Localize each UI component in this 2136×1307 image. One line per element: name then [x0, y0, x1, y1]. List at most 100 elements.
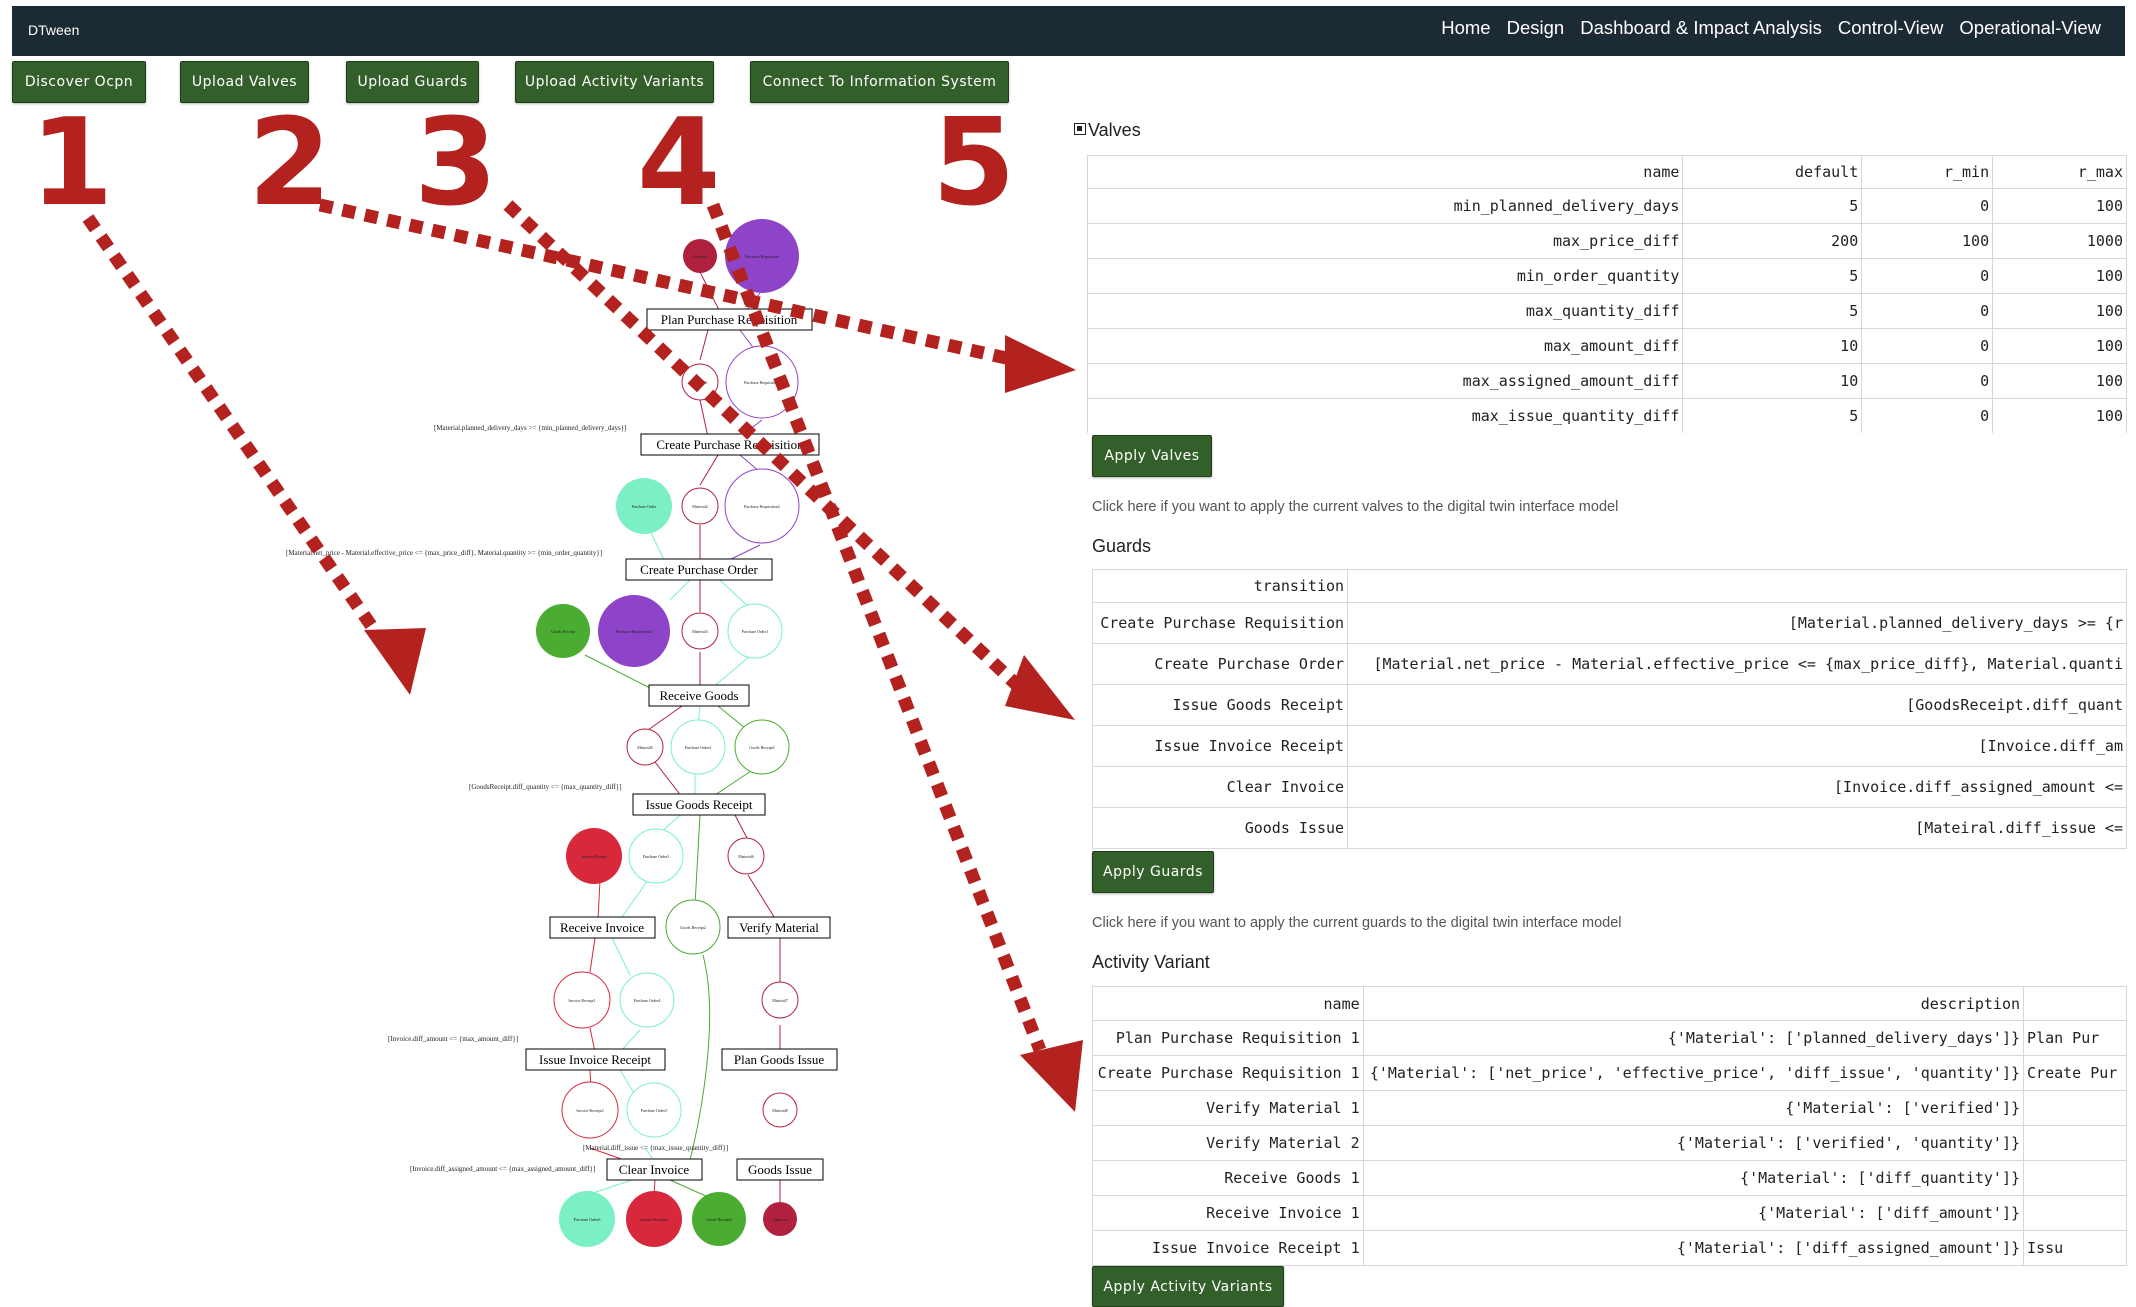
valve-r-max[interactable]: 100 [1992, 328, 2127, 364]
place-label: Invoice Receipt [581, 854, 607, 859]
valves-help-text[interactable]: Click here if you want to apply the curr… [1092, 499, 1618, 515]
guard-expression[interactable]: [Invoice.diff_am [1347, 725, 2127, 767]
valve-default[interactable]: 5 [1682, 398, 1863, 433]
valve-name[interactable]: max_assigned_amount_diff [1087, 363, 1684, 399]
table-row: max_assigned_amount_diff 10 0 100 [1087, 363, 2127, 399]
valve-r-max[interactable]: 100 [1992, 363, 2127, 399]
table-row: Create Purchase Requisition [Material.pl… [1092, 602, 2127, 644]
place-label: Invoice Receipt2 [576, 1108, 603, 1113]
nav-dashboard[interactable]: Dashboard & Impact Analysis [1580, 17, 1822, 39]
valve-default[interactable]: 5 [1682, 258, 1863, 294]
transition-label: Create Purchase Order [640, 562, 758, 577]
valve-name[interactable]: max_amount_diff [1087, 328, 1684, 364]
variant-extra[interactable]: Plan Pur [2023, 1020, 2127, 1056]
variant-description[interactable]: {'Material': ['verified']} [1362, 1090, 2025, 1126]
nav-home[interactable]: Home [1441, 17, 1490, 39]
valve-r-min[interactable]: 0 [1861, 328, 1994, 364]
valves-table-viewport: name default r_min r_max min_planned_del… [1087, 155, 2127, 433]
table-row: Clear Invoice [Invoice.diff_assigned_amo… [1092, 766, 2127, 808]
transition-label: Receive Goods [659, 688, 738, 703]
apply-guards-button[interactable]: Apply Guards [1092, 851, 1214, 893]
variant-extra[interactable]: Create Pur [2023, 1055, 2127, 1091]
guard-label: [Material.planned_delivery_days >= {min_… [434, 424, 626, 432]
guards-title: Guards [1092, 536, 1152, 556]
apply-activity-variants-button[interactable]: Apply Activity Variants [1092, 1266, 1284, 1307]
table-row: max_issue_quantity_diff 5 0 100 [1087, 398, 2127, 433]
valve-default[interactable]: 5 [1682, 188, 1863, 224]
valve-default[interactable]: 10 [1682, 328, 1863, 364]
valve-name[interactable]: max_price_diff [1087, 223, 1684, 259]
variant-description[interactable]: {'Material': ['diff_quantity']} [1362, 1160, 2025, 1196]
transition-label: Create Purchase Requisition [656, 437, 804, 452]
valve-r-min[interactable]: 0 [1861, 363, 1994, 399]
valve-r-max[interactable]: 100 [1992, 398, 2127, 433]
valve-default[interactable]: 200 [1682, 223, 1863, 259]
variant-extra[interactable] [2023, 1090, 2127, 1126]
transition-label: Goods Issue [748, 1162, 812, 1177]
place-label: Material8 [772, 1108, 788, 1113]
variant-description[interactable]: {'Material': ['verified', 'quantity']} [1362, 1125, 2025, 1161]
guards-header-guard [1347, 569, 2127, 603]
valve-r-min[interactable]: 0 [1861, 293, 1994, 329]
valve-default[interactable]: 10 [1682, 363, 1863, 399]
arc [589, 937, 596, 973]
valve-name[interactable]: max_issue_quantity_diff [1087, 398, 1684, 433]
valve-r-max[interactable]: 100 [1992, 258, 2127, 294]
arc [734, 814, 749, 841]
place-label: Purchase Requisition2 [744, 504, 780, 509]
guard-expression[interactable]: [Invoice.diff_assigned_amount <= [1347, 766, 2127, 808]
transition-label: Plan Purchase Requisition [661, 312, 798, 327]
valve-name[interactable]: min_order_quantity [1087, 258, 1684, 294]
guard-transition: Issue Goods Receipt [1092, 684, 1349, 726]
place-label: Purchase Requisition1 [744, 380, 780, 385]
valve-name[interactable]: min_planned_delivery_days [1087, 188, 1684, 224]
variant-extra[interactable] [2023, 1160, 2127, 1196]
variant-description[interactable]: {'Material': ['planned_delivery_days']} [1362, 1020, 2025, 1056]
variant-extra[interactable] [2023, 1125, 2127, 1161]
variant-description[interactable]: {'Material': ['net_price', 'effective_pr… [1362, 1055, 2025, 1091]
guards-help-text[interactable]: Click here if you want to apply the curr… [1092, 915, 1622, 931]
place-label: Purchase Order1 [742, 629, 769, 634]
valve-r-max[interactable]: 100 [1992, 293, 2127, 329]
valve-r-max[interactable]: 1000 [1992, 223, 2127, 259]
valve-r-min[interactable]: 0 [1861, 188, 1994, 224]
valves-toggle-checkbox[interactable] [1074, 123, 1086, 135]
nav-control-view[interactable]: Control-View [1838, 17, 1944, 39]
table-row: min_planned_delivery_days 5 0 100 [1087, 188, 2127, 224]
valve-r-min[interactable]: 100 [1861, 223, 1994, 259]
variant-extra[interactable] [2023, 1195, 2127, 1231]
variant-description[interactable]: {'Material': ['diff_assigned_amount']} [1362, 1230, 2025, 1266]
guard-expression[interactable]: [Material.net_price - Material.effective… [1347, 643, 2127, 685]
valve-default[interactable]: 5 [1682, 293, 1863, 329]
guard-label: [Material.net_price - Material.effective… [286, 549, 602, 557]
table-row: Create Purchase Order [Material.net_pric… [1092, 643, 2127, 685]
guard-expression[interactable]: [Material.planned_delivery_days >= {r [1347, 602, 2127, 644]
transition-label: Clear Invoice [619, 1162, 690, 1177]
table-row: Plan Purchase Requisition 1 {'Material':… [1092, 1020, 2127, 1056]
guard-expression[interactable]: [GoodsReceipt.diff_quant [1347, 684, 2127, 726]
valve-r-max[interactable]: 100 [1992, 188, 2127, 224]
valve-name[interactable]: max_quantity_diff [1087, 293, 1684, 329]
guard-label: [GoodsReceipt.diff_quantity <= {max_quan… [469, 783, 622, 791]
valve-r-min[interactable]: 0 [1861, 258, 1994, 294]
table-row: Goods Issue [Mateiral.diff_issue <= [1092, 807, 2127, 849]
guard-expression[interactable]: [Mateiral.diff_issue <= [1347, 807, 2127, 849]
guard-label: [Invoice.diff_amount <= {max_amount_diff… [388, 1035, 518, 1043]
apply-valves-button[interactable]: Apply Valves [1092, 435, 1212, 477]
place-label: Material7 [772, 998, 788, 1003]
place-label: Goods Receipt2 [680, 925, 706, 930]
guards-table: transition Create Purchase Requisition [… [1092, 569, 2127, 849]
valve-r-min[interactable]: 0 [1861, 398, 1994, 433]
nav-operational-view[interactable]: Operational-View [1959, 17, 2101, 39]
guards-table-viewport: transition Create Purchase Requisition [… [1092, 569, 2127, 850]
variant-description[interactable]: {'Material': ['diff_amount']} [1362, 1195, 2025, 1231]
variant-extra[interactable]: Issu [2023, 1230, 2127, 1266]
variant-name: Receive Invoice 1 [1092, 1195, 1364, 1231]
place-label: Purchase Requisition [745, 254, 779, 259]
place-label: Purchase Order2 [685, 745, 712, 750]
checkbox-fill [1077, 126, 1082, 131]
table-row: max_price_diff 200 100 1000 [1087, 223, 2127, 259]
nav-design[interactable]: Design [1507, 17, 1565, 39]
guards-header-transition: transition [1092, 569, 1349, 603]
place-label: Purchase Order3 [643, 854, 670, 859]
